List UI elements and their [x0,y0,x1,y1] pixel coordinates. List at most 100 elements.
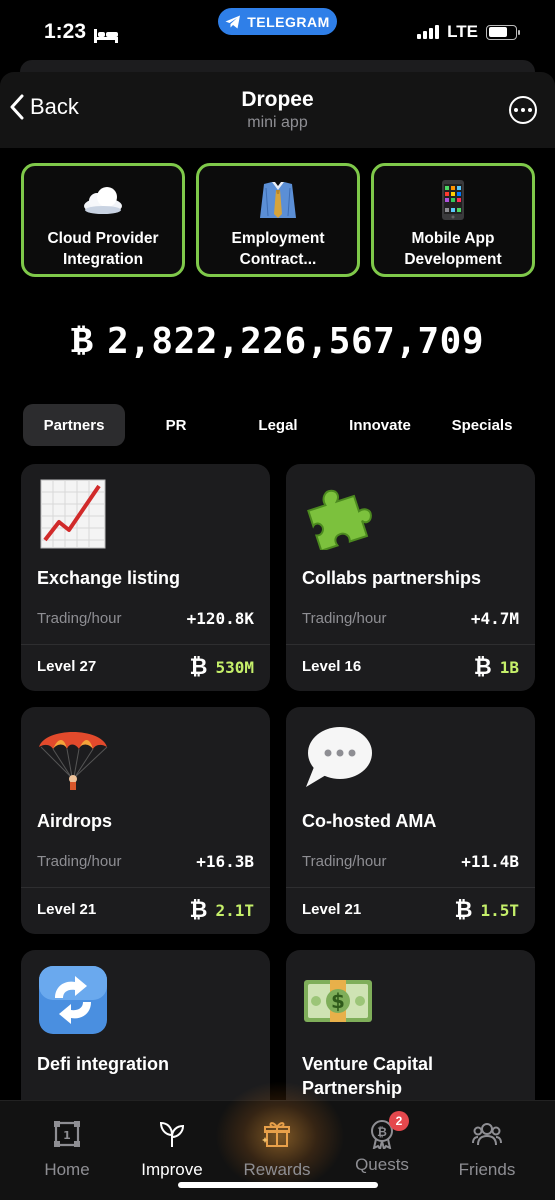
tab-legal[interactable]: Legal [227,404,329,446]
upgrade-card[interactable]: Exchange listing Trading/hour +120.8K Le… [21,464,270,691]
dot-icon [528,108,532,112]
tab-pr[interactable]: PR [125,404,227,446]
card-divider [286,644,535,645]
balance-display: ₿ 2,822,226,567,709 [0,320,555,363]
bottom-nav: 1 Home Improve Rewards ₿ 2 Quests Friend… [0,1081,555,1200]
coin-icon: ₿ [473,655,492,680]
nav-home[interactable]: 1 Home [17,1119,117,1180]
sleep-focus-icon [94,25,119,43]
signal-icon [417,25,440,39]
upgrade-card[interactable]: Collabs partnerships Trading/hour +4.7M … [286,464,535,691]
card-divider [21,887,270,888]
card-cost-value: 530M [215,657,254,677]
card-divider [21,644,270,645]
telegram-icon [225,15,241,28]
network-type: LTE [447,22,478,41]
status-bar: 1:23 TELEGRAM LTE [0,0,555,64]
combo-cards: Cloud Provider Integration Employment Co… [21,163,535,277]
combo-card[interactable]: Employment Contract... [196,163,360,277]
mini-app-sheet: Back Dropee mini app Cloud Provider Inte… [0,72,555,1200]
card-rate-label: Trading/hour [302,853,387,870]
card-cost-value: 1B [499,657,519,677]
quests-icon-wrap: ₿ 2 [367,1111,409,1152]
coin-icon: ₿ [189,898,208,923]
telegram-label: TELEGRAM [247,13,330,30]
parachute-icon [39,732,108,790]
card-title: Defi integration [37,1054,170,1074]
card-rate-label: Trading/hour [37,853,122,870]
card-rate: +16.3B [196,852,254,871]
nav-label: Friends [458,1160,516,1179]
combo-label: Employment Contract... [231,230,325,268]
cloud-icon [84,187,122,214]
card-title: Co-hosted AMA [302,811,437,831]
home-icon: 1 [54,1121,80,1147]
mobile-phone-icon [442,180,464,220]
coin-icon: ₿ [189,655,208,680]
app-subtitle: mini app [247,114,308,131]
nav-label: Home [44,1160,90,1179]
card-cost: ₿ 1B [474,654,519,680]
card-rate-label: Trading/hour [37,610,122,627]
card-divider [286,887,535,888]
combo-label: Mobile App Development [404,230,502,268]
telegram-pill[interactable]: TELEGRAM [218,8,337,35]
card-cost-value: 2.1T [215,900,254,920]
friends-icon [472,1123,502,1146]
puzzle-piece-icon [307,489,372,550]
nav-rewards[interactable]: Rewards [227,1119,327,1180]
upgrade-card[interactable]: Co-hosted AMA Trading/hour +11.4B Level … [286,707,535,934]
coin-symbol: ₿ [70,320,94,361]
card-title: Airdrops [37,811,113,831]
svg-text:$: $ [331,989,345,1013]
svg-text:1: 1 [63,1129,71,1142]
balance-amount: 2,822,226,567,709 [107,321,485,362]
card-level: Level 27 [37,658,97,675]
combo-label: Cloud Provider Integration [47,230,159,268]
combo-card[interactable]: Cloud Provider Integration [21,163,185,277]
card-rate: +11.4B [461,852,519,871]
sprout-icon [159,1121,185,1147]
header-bar: Back Dropee mini app [0,72,555,148]
tab-partners[interactable]: Partners [23,404,125,446]
card-title: Exchange listing [37,568,181,588]
svg-text:₿: ₿ [377,1125,387,1139]
more-options-button[interactable] [509,96,537,124]
shirt-tie-icon [260,182,296,218]
category-tabs: Partners PR Legal Innovate Specials [23,404,533,446]
home-indicator[interactable] [178,1182,378,1188]
dot-icon [514,108,518,112]
upgrade-cards-grid: Exchange listing Trading/hour +120.8K Le… [21,464,535,1177]
dot-icon [521,108,525,112]
coin-icon: ₿ [454,898,473,923]
combo-card[interactable]: Mobile App Development [371,163,535,277]
card-level: Level 16 [302,658,362,675]
nav-label: Quests [355,1155,409,1174]
tab-innovate[interactable]: Innovate [329,404,431,446]
card-level: Level 21 [37,901,97,918]
arrows-cycle-icon [39,966,107,1034]
gift-icon [262,1122,290,1147]
card-cost-value: 1.5T [480,900,519,920]
card-rate: +4.7M [470,609,519,628]
chart-increasing-icon [40,479,106,549]
app-title: Dropee [241,88,314,111]
clock: 1:23 [44,20,87,43]
speech-bubble-icon [306,727,372,787]
card-rate: +120.8K [186,609,254,628]
status-indicators: LTE [417,22,520,42]
tab-specials[interactable]: Specials [431,404,533,446]
quests-badge: 2 [389,1111,409,1131]
card-cost: ₿ 2.1T [190,897,254,923]
title-block: Dropee mini app [0,88,555,132]
nav-quests[interactable]: ₿ 2 Quests [332,1111,432,1175]
dollar-banknote-icon: $ [304,980,372,1022]
status-time: 1:23 [44,20,119,44]
nav-improve[interactable]: Improve [122,1119,222,1180]
nav-label: Rewards [243,1160,311,1179]
upgrade-card[interactable]: Airdrops Trading/hour +16.3B Level 21 ₿ … [21,707,270,934]
nav-friends[interactable]: Friends [437,1119,537,1180]
card-title: Collabs partnerships [302,568,482,588]
card-rate-label: Trading/hour [302,610,387,627]
card-level: Level 21 [302,901,362,918]
